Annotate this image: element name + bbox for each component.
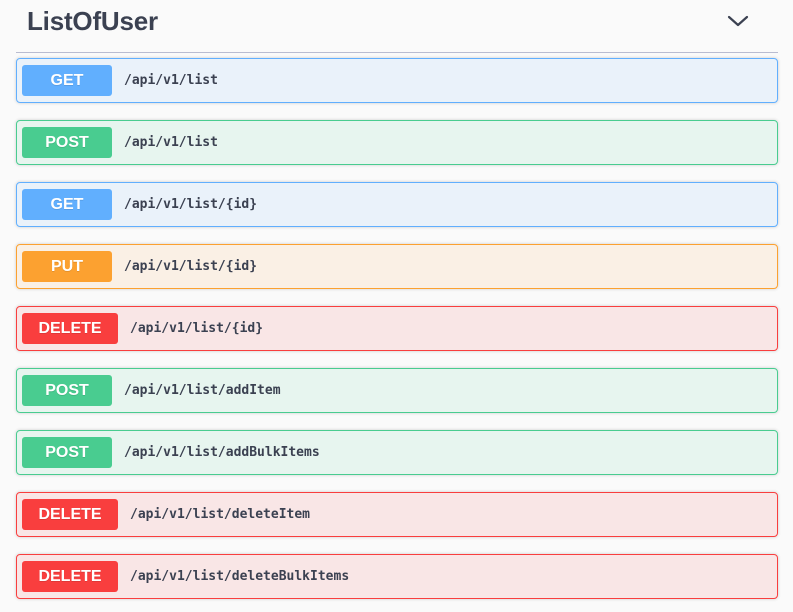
operation-path: /api/v1/list/{id} (130, 321, 264, 336)
operation-path: /api/v1/list/{id} (124, 259, 258, 274)
operation-row-get[interactable]: GET /api/v1/list/{id} (16, 182, 778, 227)
operation-row-delete[interactable]: DELETE /api/v1/list/deleteBulkItems (16, 554, 778, 599)
method-badge: GET (22, 189, 112, 220)
operation-row-post[interactable]: POST /api/v1/list (16, 120, 778, 165)
operation-path: /api/v1/list (124, 73, 218, 88)
section-title: ListOfUser (27, 6, 158, 36)
operation-path: /api/v1/list/addBulkItems (124, 445, 320, 460)
operation-row-delete[interactable]: DELETE /api/v1/list/deleteItem (16, 492, 778, 537)
section-header-listofuser[interactable]: ListOfUser (16, 0, 778, 53)
method-badge: DELETE (22, 499, 118, 530)
operation-row-post[interactable]: POST /api/v1/list/addItem (16, 368, 778, 413)
chevron-down-icon[interactable] (726, 12, 750, 30)
operation-row-put[interactable]: PUT /api/v1/list/{id} (16, 244, 778, 289)
operation-path: /api/v1/list/addItem (124, 383, 281, 398)
operation-path: /api/v1/list/{id} (124, 197, 258, 212)
operation-row-delete[interactable]: DELETE /api/v1/list/{id} (16, 306, 778, 351)
method-badge: POST (22, 127, 112, 158)
operation-path: /api/v1/list (124, 135, 218, 150)
operation-row-get[interactable]: GET /api/v1/list (16, 58, 778, 103)
method-badge: PUT (22, 251, 112, 282)
method-badge: POST (22, 437, 112, 468)
method-badge: DELETE (22, 561, 118, 592)
operation-path: /api/v1/list/deleteItem (130, 507, 311, 522)
operations-list: GET /api/v1/list POST /api/v1/list GET /… (16, 58, 778, 599)
operation-path: /api/v1/list/deleteBulkItems (130, 569, 350, 584)
method-badge: DELETE (22, 313, 118, 344)
method-badge: GET (22, 65, 112, 96)
operation-row-post[interactable]: POST /api/v1/list/addBulkItems (16, 430, 778, 475)
method-badge: POST (22, 375, 112, 406)
